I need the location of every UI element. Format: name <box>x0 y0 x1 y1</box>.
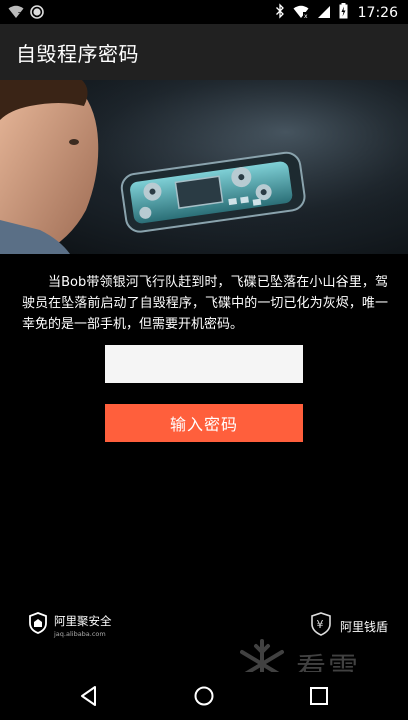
signal-icon <box>317 4 331 23</box>
wifi-icon: x <box>293 4 309 23</box>
alibaba-security-brand: 阿里聚安全 jaq.alibaba.com <box>28 612 112 638</box>
status-right: x 17:26 <box>275 3 398 23</box>
svg-text:x: x <box>304 13 308 19</box>
battery-charging-icon <box>339 3 348 23</box>
enter-password-button[interactable]: 输入密码 <box>105 404 303 442</box>
home-icon[interactable] <box>192 684 216 708</box>
yen-shield-icon: ¥ <box>310 612 332 640</box>
svg-text:?: ? <box>18 11 22 19</box>
status-bar: ? x 17:26 <box>0 0 408 24</box>
password-input[interactable] <box>105 345 303 383</box>
man-and-phone-circuit-illustration <box>0 80 408 254</box>
status-left: ? <box>8 4 44 23</box>
wifi-question-icon: ? <box>8 4 24 23</box>
bluetooth-icon <box>275 3 285 23</box>
status-time: 17:26 <box>357 5 398 21</box>
page-title: 自毁程序密码 <box>16 41 139 66</box>
svg-text:¥: ¥ <box>316 618 323 631</box>
navigation-bar <box>0 672 408 720</box>
brand-right-name: 阿里钱盾 <box>339 619 388 634</box>
back-icon[interactable] <box>77 684 101 708</box>
recents-icon[interactable] <box>307 684 331 708</box>
app-bar: 自毁程序密码 <box>0 24 408 80</box>
banner-image <box>0 80 408 254</box>
alibaba-qiandun-brand: ¥ 阿里钱盾 <box>310 612 388 640</box>
brand-left-url: jaq.alibaba.com <box>54 629 106 638</box>
shield-logo-icon <box>28 612 48 638</box>
story-text: 当Bob带领银河飞行队赶到时，飞碟已坠落在小山谷里，驾驶员在坠落前启动了自毁程序… <box>22 275 388 332</box>
circle-icon <box>30 4 44 23</box>
brand-left-name: 阿里聚安全 <box>54 613 112 628</box>
